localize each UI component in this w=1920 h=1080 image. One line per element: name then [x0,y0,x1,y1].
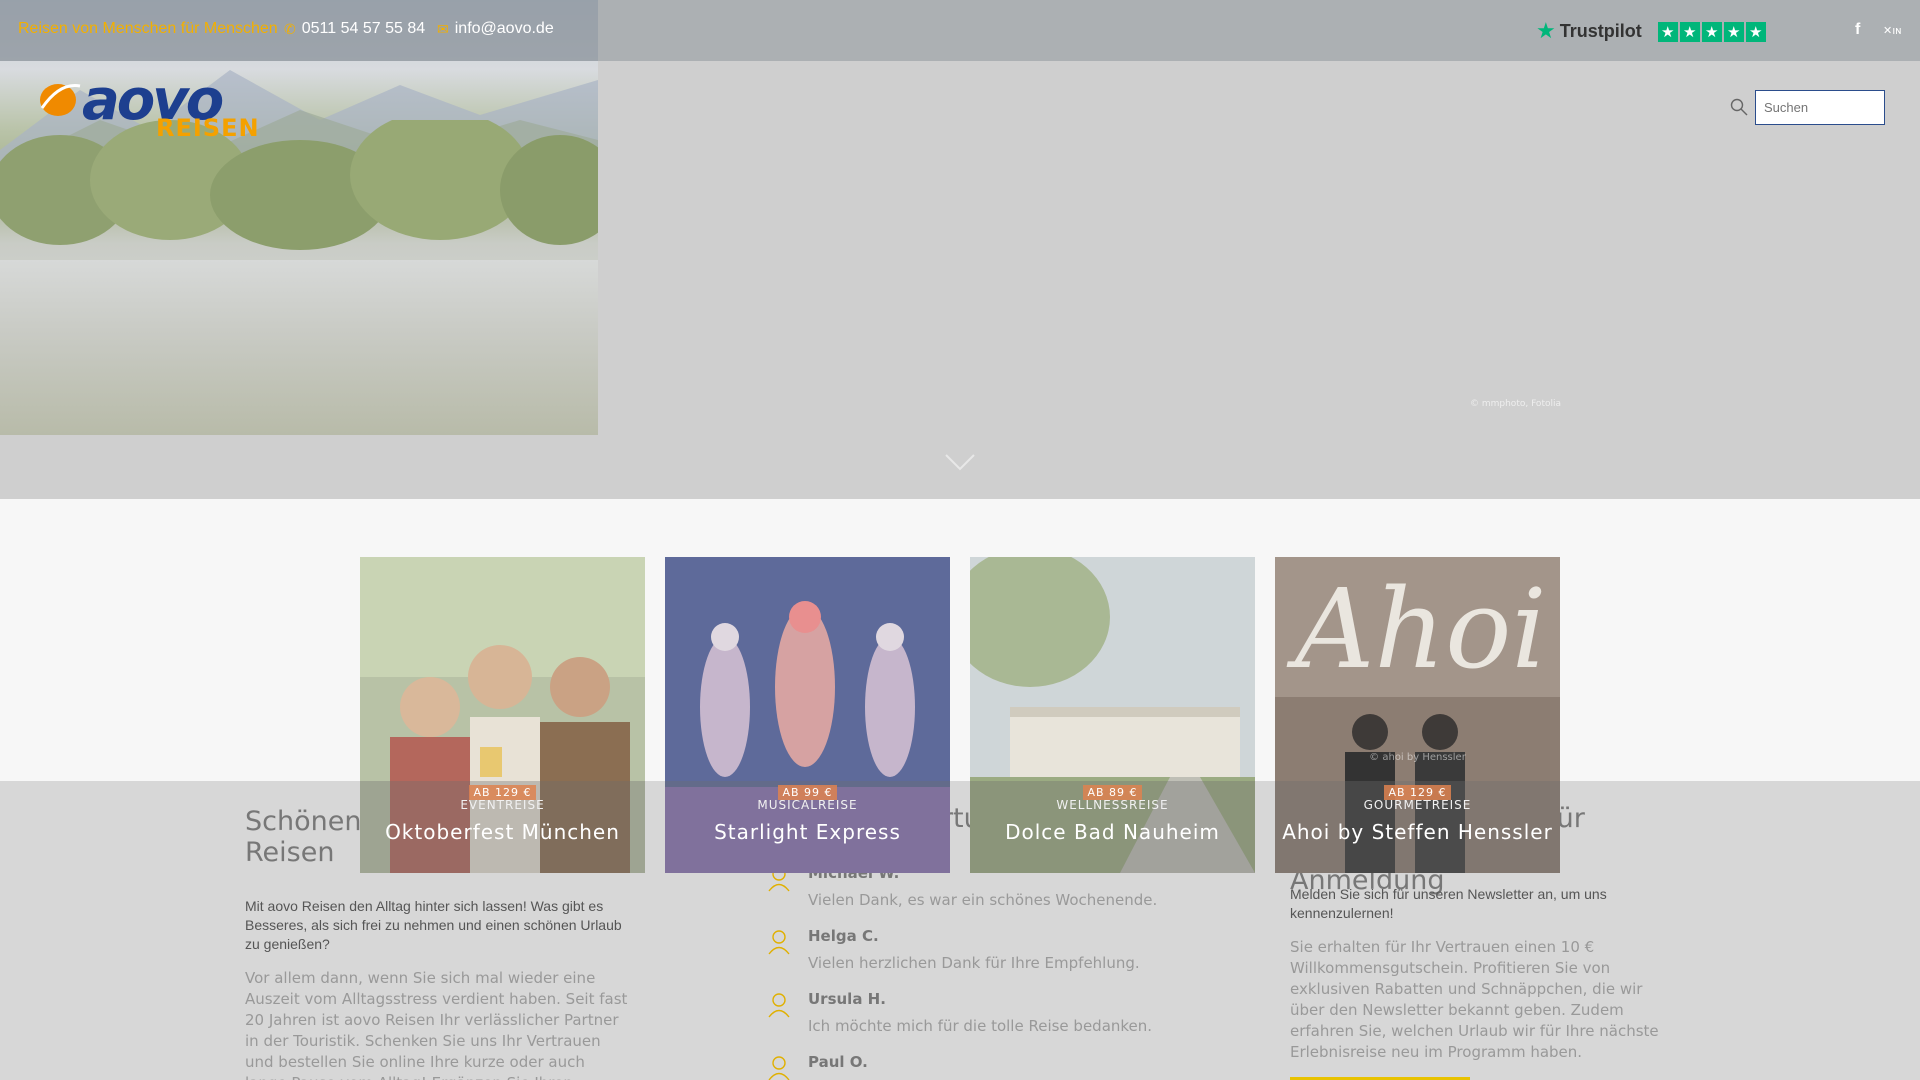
card-category: GOURMETREISE [1363,798,1472,812]
offer-card-ahoi[interactable]: Ahoi © ahoi by Henssler AB 129 € GOURMET… [1275,557,1560,873]
email-link[interactable]: ✉ info@aovo.de [437,20,554,38]
svg-text:Ahoi: Ahoi [1286,565,1547,693]
logo-sun-icon [40,83,81,116]
about-intro: Mit aovo Reisen den Alltag hinter sich l… [245,898,622,952]
user-icon [768,930,790,955]
trustpilot-star-icon: ★ [1657,21,1678,42]
phone-link[interactable]: ✆ 0511 54 57 55 84 [284,20,425,38]
review-item: Paul O. [768,1053,1248,1080]
user-icon [768,1056,790,1080]
trustpilot-star-icon: ★ [1723,21,1744,42]
email-address: info@aovo.de [454,20,554,37]
card-title: Ahoi by Steffen Henssler [1282,820,1553,844]
card-category: EVENTREISE [460,798,545,812]
review-name: Helga C. [808,927,879,945]
review-item: Helga C. Vielen herzlichen Dank für Ihre … [768,927,1248,987]
hero-banner: © mmphoto, Fotolia [0,0,1920,499]
logo[interactable]: aovo REISEN [38,68,259,142]
review-item: Michael W. Vielen Dank, es war ein schöne… [768,864,1248,924]
xing-icon[interactable]: ✕ıɴ [1883,24,1901,37]
trustpilot-star-icon: ★ [1745,21,1766,42]
review-quote: Ich möchte mich für die tolle Reise beda… [808,1017,1153,1035]
hero-image [0,0,598,435]
logo-sub: REISEN [156,114,260,142]
search-icon[interactable] [1730,98,1748,116]
card-category: WELLNESSREISE [1056,798,1169,812]
review-name: Paul O. [808,1053,868,1071]
offer-card-oktoberfest[interactable]: AB 129 € EVENTREISE Oktoberfest München [360,557,645,873]
card-title: Oktoberfest München [385,820,620,844]
offer-card-starlight[interactable]: AB 99 € MUSICALREISE Starlight Express [665,557,950,873]
facebook-icon[interactable]: f [1855,21,1860,39]
review-quote: Vielen Dank, es war ein schönes Wochenen… [808,891,1158,909]
mail-icon: ✉ [437,20,449,37]
trustpilot-star-icon: ★ [1701,21,1722,42]
newsletter-body: Sie erhalten für Ihr Vertrauen einen 10 … [1290,938,1659,1061]
top-bar: Reisen von Menschen für Menschen ✆ 0511 … [0,0,1920,61]
review-name: Ursula H. [808,990,886,1008]
trustpilot-star-icon: ★ [1536,19,1556,44]
offer-cards: AB 129 € EVENTREISE Oktoberfest München … [360,557,1560,873]
offer-card-bad-nauheim[interactable]: AB 89 € WELLNESSREISE Dolce Bad Nauheim [970,557,1255,873]
newsletter-intro: Melden Sie sich für unseren Newsletter a… [1290,886,1607,921]
phone-icon: ✆ [284,20,296,37]
trustpilot-rating: ★ ★ ★ ★ ★ [1657,21,1766,42]
card-title: Starlight Express [714,820,901,844]
card-credit: © ahoi by Henssler [1369,752,1466,763]
scroll-down-chevron-icon[interactable] [944,452,976,472]
trustpilot-label: Trustpilot [1559,21,1642,41]
user-icon [768,993,790,1018]
trustpilot-widget[interactable]: ★ Trustpilot ★ ★ ★ ★ ★ [1536,19,1766,44]
card-title: Dolce Bad Nauheim [1005,820,1220,844]
search-input[interactable] [1755,90,1885,125]
phone-number: 0511 54 57 55 84 [301,20,426,37]
about-body: Vor allem dann, wenn Sie sich mal wieder… [245,969,628,1080]
tagline: Reisen von Menschen für Menschen [18,20,278,37]
card-category: MUSICALREISE [757,798,858,812]
hero-copyright: © mmphoto, Fotolia [1470,399,1561,409]
trees-graphic [0,120,598,250]
lake-graphic [0,260,598,435]
trustpilot-star-icon: ★ [1679,21,1700,42]
review-quote: Vielen herzlichen Dank für Ihre Empfehlu… [808,954,1140,972]
review-item: Ursula H. Ich möchte mich für die tolle R… [768,990,1248,1050]
